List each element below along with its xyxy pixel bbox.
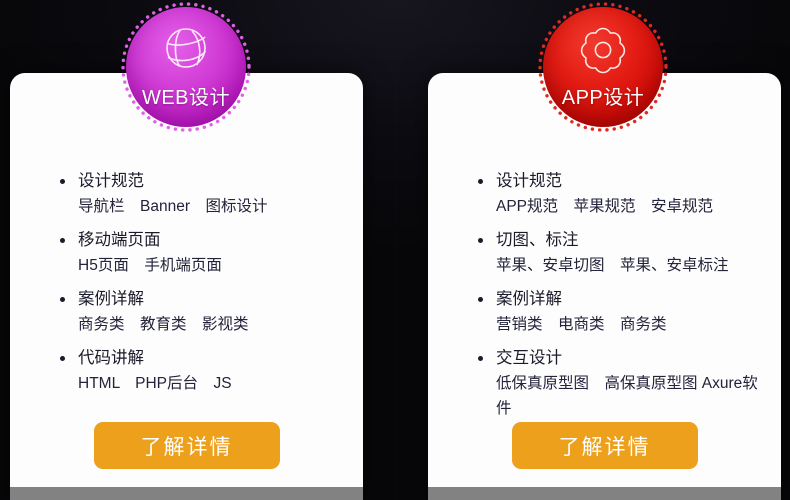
learn-more-button-app[interactable]: 了解详情	[511, 422, 698, 469]
feature-title: 案例详解	[58, 287, 341, 312]
course-card-app: 设计规范 APP规范 苹果规范 安卓规范 切图、标注 苹果、安卓切图 苹果、安卓…	[428, 73, 781, 500]
feature-subtitle: APP规范 苹果规范 安卓规范	[496, 198, 714, 215]
badge-app[interactable]: APP设计	[537, 1, 669, 133]
list-item: 设计规范 导航栏 Banner 图标设计	[58, 169, 341, 219]
badge-disc: APP设计	[543, 7, 663, 127]
feature-title: 切图、标注	[476, 228, 759, 253]
list-item: 代码讲解 HTML PHP后台 JS	[58, 346, 341, 396]
feature-title: 交互设计	[476, 346, 759, 371]
badge-web[interactable]: WEB设计	[120, 1, 252, 133]
gear-icon	[576, 21, 630, 75]
feature-subtitle: 低保真原型图 高保真原型图 Axure软件	[496, 375, 758, 417]
feature-subtitle: 导航栏 Banner 图标设计	[78, 198, 268, 215]
feature-title: 设计规范	[476, 169, 759, 194]
feature-title: 设计规范	[58, 169, 341, 194]
feature-subtitle: 商务类 教育类 影视类	[78, 316, 249, 333]
badge-label-web: WEB设计	[141, 87, 231, 109]
feature-list-web: 设计规范 导航栏 Banner 图标设计 移动端页面 H5页面 手机端页面 案例…	[58, 169, 341, 405]
learn-more-button-web[interactable]: 了解详情	[93, 422, 280, 469]
horizontal-scrollbar[interactable]	[428, 487, 781, 500]
globe-icon	[159, 21, 213, 75]
page-root: 设计规范 导航栏 Banner 图标设计 移动端页面 H5页面 手机端页面 案例…	[0, 0, 790, 500]
feature-subtitle: HTML PHP后台 JS	[78, 375, 232, 392]
feature-title: 案例详解	[476, 287, 759, 312]
badge-disc: WEB设计	[126, 7, 246, 127]
list-item: 设计规范 APP规范 苹果规范 安卓规范	[476, 169, 759, 219]
feature-title: 移动端页面	[58, 228, 341, 253]
list-item: 移动端页面 H5页面 手机端页面	[58, 228, 341, 278]
feature-list-app: 设计规范 APP规范 苹果规范 安卓规范 切图、标注 苹果、安卓切图 苹果、安卓…	[476, 169, 759, 430]
badge-label-app: APP设计	[561, 87, 645, 109]
feature-title: 代码讲解	[58, 346, 341, 371]
feature-subtitle: 苹果、安卓切图 苹果、安卓标注	[496, 257, 729, 274]
list-item: 案例详解 商务类 教育类 影视类	[58, 287, 341, 337]
list-item: 案例详解 营销类 电商类 商务类	[476, 287, 759, 337]
list-item: 切图、标注 苹果、安卓切图 苹果、安卓标注	[476, 228, 759, 278]
list-item: 交互设计 低保真原型图 高保真原型图 Axure软件	[476, 346, 759, 421]
course-card-web: 设计规范 导航栏 Banner 图标设计 移动端页面 H5页面 手机端页面 案例…	[10, 73, 363, 500]
feature-subtitle: 营销类 电商类 商务类	[496, 316, 667, 333]
horizontal-scrollbar[interactable]	[10, 487, 363, 500]
feature-subtitle: H5页面 手机端页面	[78, 257, 222, 274]
